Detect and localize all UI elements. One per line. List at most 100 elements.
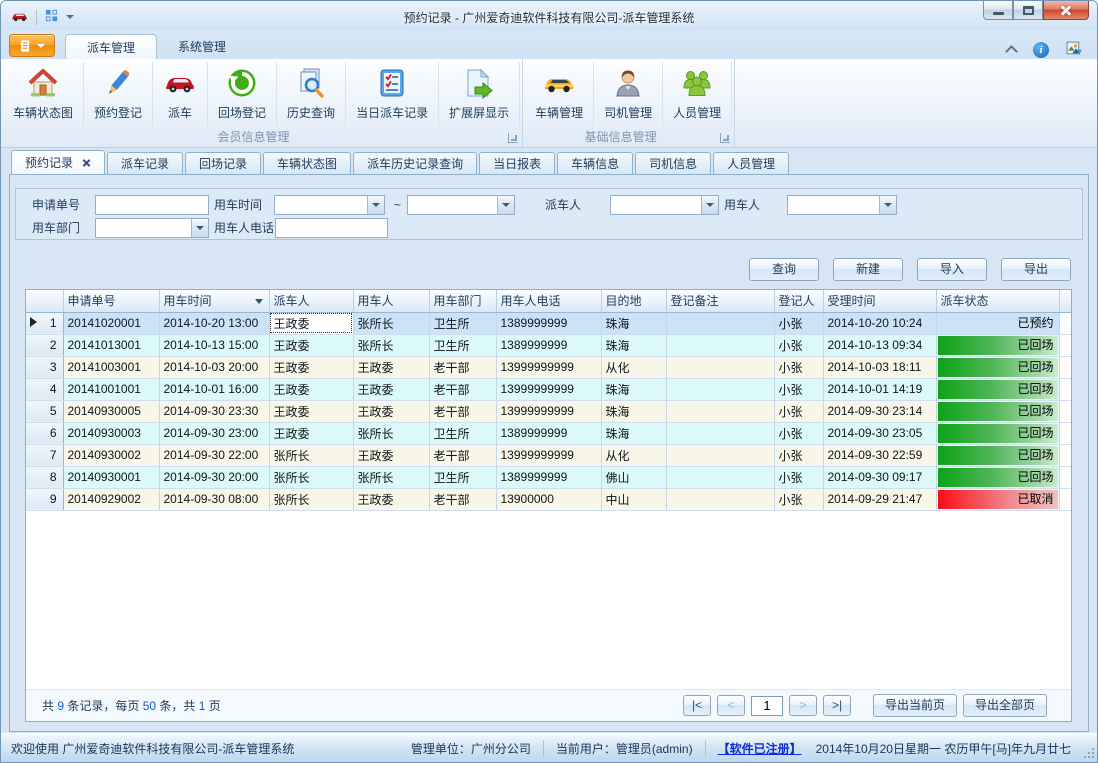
ribbon-button-return-registration[interactable]: 回场登记 (208, 62, 277, 128)
new-button[interactable]: 新建 (833, 258, 903, 281)
cell[interactable]: 小张 (774, 334, 823, 356)
query-button[interactable]: 查询 (749, 258, 819, 281)
table-row[interactable]: 3201410030012014-10-03 20:00王政委王政委老干部139… (26, 356, 1071, 378)
ribbon-button-today-dispatch-records[interactable]: 当日派车记录 (346, 62, 439, 128)
dispatch-status-cell[interactable]: 已取消 (936, 488, 1059, 510)
ribbon-button-extend-screen[interactable]: 扩展屏显示 (439, 62, 520, 128)
filter-dropdown-icon[interactable] (255, 299, 263, 304)
cell[interactable]: 老干部 (429, 400, 496, 422)
ribbon-button-history-query[interactable]: 历史查询 (277, 62, 346, 128)
cell[interactable]: 20140930005 (63, 400, 159, 422)
export-current-page-button[interactable]: 导出当前页 (873, 694, 957, 717)
doc-tab[interactable]: 人员管理 (713, 152, 789, 175)
cell[interactable]: 20140930002 (63, 444, 159, 466)
row-indicator[interactable]: 8 (26, 466, 63, 488)
page-number-input[interactable] (751, 696, 783, 716)
cell[interactable]: 张所长 (353, 422, 429, 444)
cell[interactable]: 张所长 (269, 466, 353, 488)
cell[interactable]: 老干部 (429, 488, 496, 510)
cell[interactable]: 20141020001 (63, 312, 159, 334)
cell[interactable]: 卫生所 (429, 422, 496, 444)
cell[interactable]: 13900000 (496, 488, 601, 510)
table-row[interactable]: 8201409300012014-09-30 20:00张所长张所长卫生所138… (26, 466, 1071, 488)
ribbon-button-vehicle-status-map[interactable]: 车辆状态图 (3, 62, 84, 128)
cell[interactable]: 王政委 (269, 422, 353, 444)
skin-style-icon[interactable] (1066, 40, 1083, 60)
doc-tab[interactable]: 回场记录 (185, 152, 261, 175)
row-indicator[interactable]: 5 (26, 400, 63, 422)
doc-tab[interactable]: 派车历史记录查询 (353, 152, 477, 175)
cell[interactable]: 20140929002 (63, 488, 159, 510)
export-all-pages-button[interactable]: 导出全部页 (963, 694, 1047, 717)
row-indicator[interactable]: 2 (26, 334, 63, 356)
cell[interactable]: 张所长 (353, 312, 429, 334)
cell[interactable]: 13999999999 (496, 356, 601, 378)
cell[interactable]: 2014-10-01 14:19 (823, 378, 936, 400)
column-header[interactable]: 受理时间 (823, 290, 936, 312)
column-header[interactable]: 目的地 (601, 290, 666, 312)
doc-tab[interactable]: 派车记录 (107, 152, 183, 175)
dialog-launcher-icon[interactable] (720, 133, 730, 143)
dispatch-status-cell[interactable]: 已回场 (936, 334, 1059, 356)
application-menu-button[interactable] (9, 34, 55, 57)
cell[interactable]: 珠海 (601, 378, 666, 400)
cell[interactable]: 老干部 (429, 356, 496, 378)
collapse-ribbon-icon[interactable] (1005, 45, 1018, 58)
dispatch-status-cell[interactable]: 已回场 (936, 422, 1059, 444)
table-row[interactable]: 4201410010012014-10-01 16:00王政委王政委老干部139… (26, 378, 1071, 400)
cell[interactable]: 2014-09-30 23:05 (823, 422, 936, 444)
doc-tab[interactable]: 司机信息 (635, 152, 711, 175)
row-indicator[interactable]: 9 (26, 488, 63, 510)
cell[interactable]: 小张 (774, 356, 823, 378)
close-tab-icon[interactable] (82, 158, 91, 167)
cell[interactable]: 小张 (774, 400, 823, 422)
dispatch-status-cell[interactable]: 已回场 (936, 444, 1059, 466)
cell[interactable]: 卫生所 (429, 334, 496, 356)
cell[interactable]: 2014-09-30 23:30 (159, 400, 269, 422)
export-button[interactable]: 导出 (1001, 258, 1071, 281)
column-header[interactable]: 用车时间 (159, 290, 269, 312)
cell[interactable] (666, 422, 774, 444)
department-combo[interactable] (95, 218, 209, 238)
cell[interactable]: 卫生所 (429, 466, 496, 488)
cell[interactable]: 中山 (601, 488, 666, 510)
cell[interactable]: 张所长 (269, 488, 353, 510)
cell[interactable]: 20140930001 (63, 466, 159, 488)
cell[interactable]: 张所长 (353, 334, 429, 356)
cell[interactable]: 2014-09-30 23:14 (823, 400, 936, 422)
grid-scroll-area[interactable]: 申请单号用车时间派车人用车人用车部门用车人电话目的地登记备注登记人受理时间派车状… (26, 290, 1071, 689)
cell[interactable]: 1389999999 (496, 422, 601, 444)
phone-input[interactable] (275, 218, 388, 238)
cell[interactable] (666, 378, 774, 400)
dropdown-button[interactable] (367, 196, 384, 214)
maximize-button[interactable] (1013, 1, 1043, 20)
cell[interactable]: 2014-09-30 08:00 (159, 488, 269, 510)
cell[interactable]: 王政委 (353, 488, 429, 510)
info-icon[interactable]: i (1033, 42, 1049, 58)
doc-tab[interactable]: 车辆状态图 (263, 152, 351, 175)
cell[interactable]: 王政委 (269, 312, 353, 334)
license-registered-link[interactable]: 【软件已注册】 (718, 740, 802, 757)
cell[interactable]: 小张 (774, 378, 823, 400)
cell[interactable]: 13999999999 (496, 400, 601, 422)
cell[interactable]: 2014-10-03 18:11 (823, 356, 936, 378)
cell[interactable]: 老干部 (429, 444, 496, 466)
cell[interactable]: 珠海 (601, 400, 666, 422)
cell[interactable]: 小张 (774, 444, 823, 466)
ribbon-button-driver-management[interactable]: 司机管理 (594, 62, 663, 128)
column-header[interactable]: 登记备注 (666, 290, 774, 312)
prev-page-button[interactable]: < (717, 695, 745, 716)
cell[interactable]: 王政委 (269, 400, 353, 422)
dropdown-button[interactable] (701, 196, 718, 214)
cell[interactable]: 珠海 (601, 422, 666, 444)
column-header[interactable]: 用车人 (353, 290, 429, 312)
next-page-button[interactable]: > (789, 695, 817, 716)
cell[interactable] (666, 356, 774, 378)
last-page-button[interactable]: >| (823, 695, 851, 716)
dispatcher-combo[interactable] (610, 195, 719, 215)
resize-grip[interactable] (1082, 746, 1094, 758)
cell[interactable]: 卫生所 (429, 312, 496, 334)
cell[interactable]: 2014-09-30 23:00 (159, 422, 269, 444)
table-row[interactable]: 1201410200012014-10-20 13:00王政委张所长卫生所138… (26, 312, 1071, 334)
dispatch-status-cell[interactable]: 已预约 (936, 312, 1059, 334)
